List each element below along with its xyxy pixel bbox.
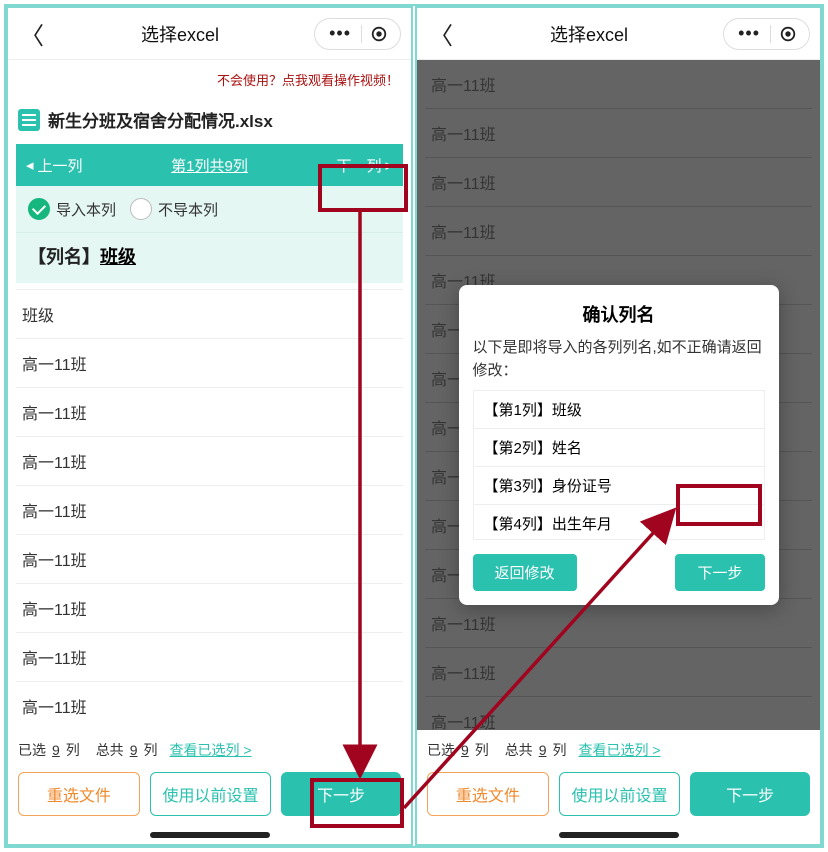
selected-count: 9 bbox=[461, 742, 469, 758]
total-suffix: 列 bbox=[552, 740, 566, 760]
view-selected-link[interactable]: 查看已选列 > bbox=[169, 740, 251, 760]
prev-column-label: 上一列 bbox=[38, 155, 83, 176]
selected-file-row: 新生分班及宿舍分配情况.xlsx bbox=[8, 99, 411, 144]
list-item: 班级 bbox=[16, 290, 403, 339]
screenshot-left: 〈 选择excel ••• 不会使用？点我观看操作视频！ 新生分班及宿舍分配情况… bbox=[6, 6, 413, 846]
footer-actions: 重选文件 使用以前设置 下一步 bbox=[8, 760, 411, 832]
reselect-file-button[interactable]: 重选文件 bbox=[18, 772, 140, 816]
radio-unchecked-icon bbox=[130, 198, 152, 220]
menu-dots-icon[interactable]: ••• bbox=[319, 23, 361, 44]
prev-column-button[interactable]: ◂ 上一列 bbox=[26, 155, 83, 176]
next-step-button[interactable]: 下一步 bbox=[690, 772, 810, 816]
selection-summary: 已选9列 总共9列 查看已选列 > bbox=[417, 730, 820, 760]
help-video-link[interactable]: 不会使用？点我观看操作视频！ bbox=[8, 60, 411, 99]
reselect-file-button[interactable]: 重选文件 bbox=[427, 772, 549, 816]
modal-column-row: 【第3列】身份证号 bbox=[474, 467, 764, 505]
use-previous-settings-button[interactable]: 使用以前设置 bbox=[150, 772, 272, 816]
total-count: 9 bbox=[539, 742, 547, 758]
app-header: 〈 选择excel ••• bbox=[8, 8, 411, 60]
back-icon[interactable]: 〈 bbox=[18, 20, 46, 48]
menu-dots-icon[interactable]: ••• bbox=[728, 23, 770, 44]
list-item: 高一11班 bbox=[16, 633, 403, 682]
list-item: 高一11班 bbox=[16, 682, 403, 730]
next-column-button[interactable]: 下一列 ▸ bbox=[336, 155, 393, 176]
column-name-row: 【列名】班级 bbox=[16, 232, 403, 283]
list-item: 高一11班 bbox=[16, 437, 403, 486]
skip-this-column-radio[interactable]: 不导本列 bbox=[130, 198, 218, 220]
page-title: 选择excel bbox=[46, 21, 314, 47]
view-selected-link[interactable]: 查看已选列 > bbox=[578, 740, 660, 760]
list-item: 高一11班 bbox=[16, 388, 403, 437]
radio-checked-icon bbox=[28, 198, 50, 220]
total-count: 9 bbox=[130, 742, 138, 758]
selected-count: 9 bbox=[52, 742, 60, 758]
skip-label: 不导本列 bbox=[158, 199, 218, 220]
selected-suffix: 列 bbox=[66, 740, 80, 760]
chevron-right-icon: ▸ bbox=[385, 156, 393, 174]
list-item: 高一11班 bbox=[16, 584, 403, 633]
modal-buttons: 返回修改 下一步 bbox=[473, 554, 765, 591]
total-suffix: 列 bbox=[143, 740, 157, 760]
column-name-value[interactable]: 班级 bbox=[100, 247, 136, 267]
data-preview-list: 班级 高一11班 高一11班 高一11班 高一11班 高一11班 高一11班 高… bbox=[16, 289, 403, 730]
app-header: 〈 选择excel ••• bbox=[417, 8, 820, 60]
list-item: 高一11班 bbox=[16, 339, 403, 388]
excel-file-icon bbox=[18, 109, 40, 131]
close-target-icon[interactable] bbox=[771, 25, 805, 43]
column-navigator: ◂ 上一列 第1列共9列 下一列 ▸ bbox=[16, 144, 403, 186]
home-indicator bbox=[150, 832, 270, 838]
column-name-prefix: 【列名】 bbox=[28, 247, 100, 267]
chevron-left-icon: ◂ bbox=[26, 156, 34, 174]
modal-column-row: 【第4列】出生年月 bbox=[474, 505, 764, 540]
confirm-columns-modal: 确认列名 以下是即将导入的各列列名,如不正确请返回修改： 【第1列】班级 【第2… bbox=[459, 285, 779, 605]
modal-column-row: 【第2列】姓名 bbox=[474, 429, 764, 467]
close-target-icon[interactable] bbox=[362, 25, 396, 43]
import-label: 导入本列 bbox=[56, 199, 116, 220]
selected-file-name: 新生分班及宿舍分配情况.xlsx bbox=[48, 107, 273, 132]
selected-suffix: 列 bbox=[475, 740, 489, 760]
modal-next-button[interactable]: 下一步 bbox=[675, 554, 764, 591]
home-indicator bbox=[559, 832, 679, 838]
total-prefix: 总共 bbox=[505, 740, 533, 760]
column-position-link[interactable]: 第1列共9列 bbox=[171, 155, 248, 176]
modal-title: 确认列名 bbox=[473, 301, 765, 327]
import-option-row: 导入本列 不导本列 bbox=[16, 186, 403, 232]
use-previous-settings-button[interactable]: 使用以前设置 bbox=[559, 772, 681, 816]
selection-summary: 已选9列 总共9列 查看已选列 > bbox=[8, 730, 411, 760]
next-column-label: 下一列 bbox=[336, 155, 381, 176]
import-this-column-radio[interactable]: 导入本列 bbox=[28, 198, 116, 220]
list-item: 高一11班 bbox=[16, 535, 403, 584]
total-prefix: 总共 bbox=[96, 740, 124, 760]
back-icon[interactable]: 〈 bbox=[427, 20, 455, 48]
modal-description: 以下是即将导入的各列列名,如不正确请返回修改： bbox=[473, 337, 765, 382]
miniapp-capsule[interactable]: ••• bbox=[314, 18, 401, 50]
modal-column-list: 【第1列】班级 【第2列】姓名 【第3列】身份证号 【第4列】出生年月 【第5列… bbox=[473, 390, 765, 540]
screenshot-right: 〈 选择excel ••• 高一11班 高一11班 高一11班 高一11班 高一… bbox=[415, 6, 822, 846]
selected-prefix: 已选 bbox=[427, 740, 455, 760]
miniapp-capsule[interactable]: ••• bbox=[723, 18, 810, 50]
page-title: 选择excel bbox=[455, 21, 723, 47]
modal-back-button[interactable]: 返回修改 bbox=[473, 554, 577, 591]
next-step-button[interactable]: 下一步 bbox=[281, 772, 401, 816]
footer-actions: 重选文件 使用以前设置 下一步 bbox=[417, 760, 820, 832]
modal-column-row: 【第1列】班级 bbox=[474, 391, 764, 429]
list-item: 高一11班 bbox=[16, 486, 403, 535]
selected-prefix: 已选 bbox=[18, 740, 46, 760]
